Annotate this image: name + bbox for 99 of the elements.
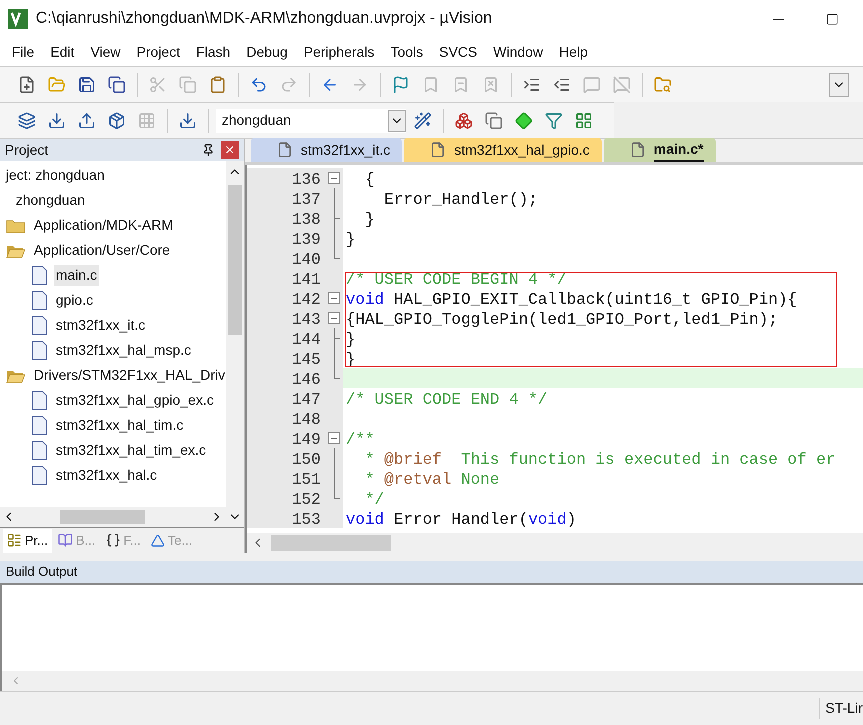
status-text: ST-Lir	[818, 698, 863, 719]
file-icon	[430, 142, 446, 158]
close-button[interactable]	[221, 141, 239, 159]
panel-title: Build Output	[6, 563, 78, 582]
file-icon	[32, 316, 48, 336]
line-number: 145	[247, 348, 325, 368]
tree-item[interactable]: stm32f1xx_hal.c	[54, 465, 160, 486]
panel-tab[interactable]: Pr...	[3, 528, 52, 552]
book-icon	[58, 533, 74, 548]
file-icon	[32, 416, 48, 436]
menu-item[interactable]: File	[4, 42, 43, 62]
template-icon	[150, 534, 165, 548]
code-line: */	[364, 491, 384, 509]
minimize-icon	[772, 18, 784, 20]
diamond-icon	[515, 112, 533, 130]
code-line: }	[364, 211, 375, 229]
code-line: void Error Handler(void)	[345, 511, 576, 529]
line-number: 144	[247, 328, 325, 348]
code-line: {HAL_GPIO_TogglePin(led1_GPIO_Port,led1_Pin);	[345, 311, 778, 329]
grid-icon	[575, 112, 593, 130]
file-icon	[277, 142, 293, 158]
menu-item[interactable]: Window	[486, 42, 552, 62]
tree-item[interactable]: zhongduan	[14, 190, 88, 211]
window-title: C:\qianrushi\zhongduan\MDK-ARM\zhongduan.uvprojx - µVision	[36, 9, 494, 29]
line-number: 142	[247, 288, 325, 308]
maximize-icon	[826, 12, 838, 26]
code-line: * @brief This function is executed in case of er	[364, 451, 836, 469]
line-number: 139	[247, 228, 325, 248]
code-line: void HAL_GPIO_EXIT_Callback(uint16_t GPIO_Pin){	[345, 291, 798, 309]
menu-item[interactable]: Flash	[188, 42, 239, 62]
tree-item[interactable]: Application/MDK-ARM	[32, 215, 176, 236]
code-line: }	[345, 231, 356, 249]
line-number: 140	[247, 248, 325, 268]
tree-item[interactable]: stm32f1xx_hal_tim_ex.c	[54, 440, 208, 461]
line-number: 137	[247, 188, 325, 208]
horizontal-scrollbar[interactable]	[247, 533, 863, 553]
line-number: 146	[247, 368, 325, 388]
line-number: 148	[247, 408, 325, 428]
code-line: /**	[345, 431, 375, 449]
tree-item[interactable]: stm32f1xx_hal_msp.c	[54, 340, 194, 361]
line-number: 151	[247, 468, 325, 488]
boxes-icon	[455, 112, 473, 130]
fold-toggle[interactable]	[328, 172, 340, 184]
tree-item[interactable]: gpio.c	[54, 290, 96, 311]
project-tab-icon	[7, 533, 22, 548]
menu-item[interactable]: SVCS	[431, 42, 486, 62]
pin-icon	[202, 144, 214, 156]
code-line: Error_Handler();	[383, 191, 538, 209]
line-number: 153	[247, 508, 325, 528]
fold-toggle[interactable]	[328, 292, 340, 304]
panel-title: Project	[5, 140, 50, 160]
tree-item[interactable]: stm32f1xx_hal_tim.c	[54, 415, 186, 436]
menu-item[interactable]: Debug	[238, 42, 296, 62]
menu-item[interactable]: View	[82, 42, 129, 62]
line-number: 150	[247, 448, 325, 468]
code-line: /* USER CODE BEGIN 4 */	[345, 271, 567, 289]
fold-toggle[interactable]	[328, 432, 340, 444]
line-number: 141	[247, 268, 325, 288]
tree-item[interactable]: Drivers/STM32F1xx_HAL_Driv	[32, 365, 226, 386]
toolbar-dropdown[interactable]	[829, 72, 849, 96]
close-icon	[224, 144, 236, 156]
target-select[interactable]: zhongduan	[216, 108, 406, 132]
file-tab[interactable]: stm32f1xx_hal_gpio.c	[404, 138, 602, 162]
braces-icon	[106, 533, 121, 548]
menu-item[interactable]: Project	[128, 42, 188, 62]
tree-item[interactable]: stm32f1xx_it.c	[54, 315, 148, 336]
menu-item[interactable]: Peripherals	[296, 42, 383, 62]
tree-item[interactable]: ject: zhongduan	[4, 165, 107, 186]
tree-item[interactable]: stm32f1xx_hal_gpio_ex.c	[54, 390, 216, 411]
stacked-windows-icon	[485, 112, 503, 130]
line-number: 149	[247, 428, 325, 448]
vertical-scrollbar[interactable]	[226, 161, 244, 507]
file-icon	[32, 390, 48, 410]
wand-icon	[414, 112, 432, 130]
menu-item[interactable]: Help	[551, 42, 596, 62]
file-icon	[32, 290, 48, 310]
menu-item[interactable]: Tools	[382, 42, 432, 62]
code-line: }	[345, 331, 356, 349]
line-number: 147	[247, 388, 325, 408]
file-icon	[630, 142, 646, 158]
line-number: 136	[247, 168, 325, 188]
code-line: {	[364, 171, 375, 189]
line-number: 143	[247, 308, 325, 328]
menu-item[interactable]: Edit	[42, 42, 83, 62]
app-logo-icon	[8, 9, 28, 29]
file-icon	[32, 440, 48, 460]
tree-item[interactable]: main.c	[54, 265, 100, 286]
file-tab[interactable]: stm32f1xx_it.c	[251, 138, 402, 162]
code-line: /* USER CODE END 4 */	[345, 391, 548, 409]
code-line: * @retval None	[364, 471, 500, 489]
tree-item[interactable]: Application/User/Core	[32, 240, 172, 261]
file-tab[interactable]: main.c*	[604, 138, 716, 162]
file-icon	[32, 340, 48, 360]
funnel-icon	[545, 112, 563, 130]
file-icon	[32, 466, 48, 486]
line-number: 152	[247, 488, 325, 508]
fold-toggle[interactable]	[328, 312, 340, 324]
file-icon	[32, 266, 48, 286]
line-number: 138	[247, 208, 325, 228]
